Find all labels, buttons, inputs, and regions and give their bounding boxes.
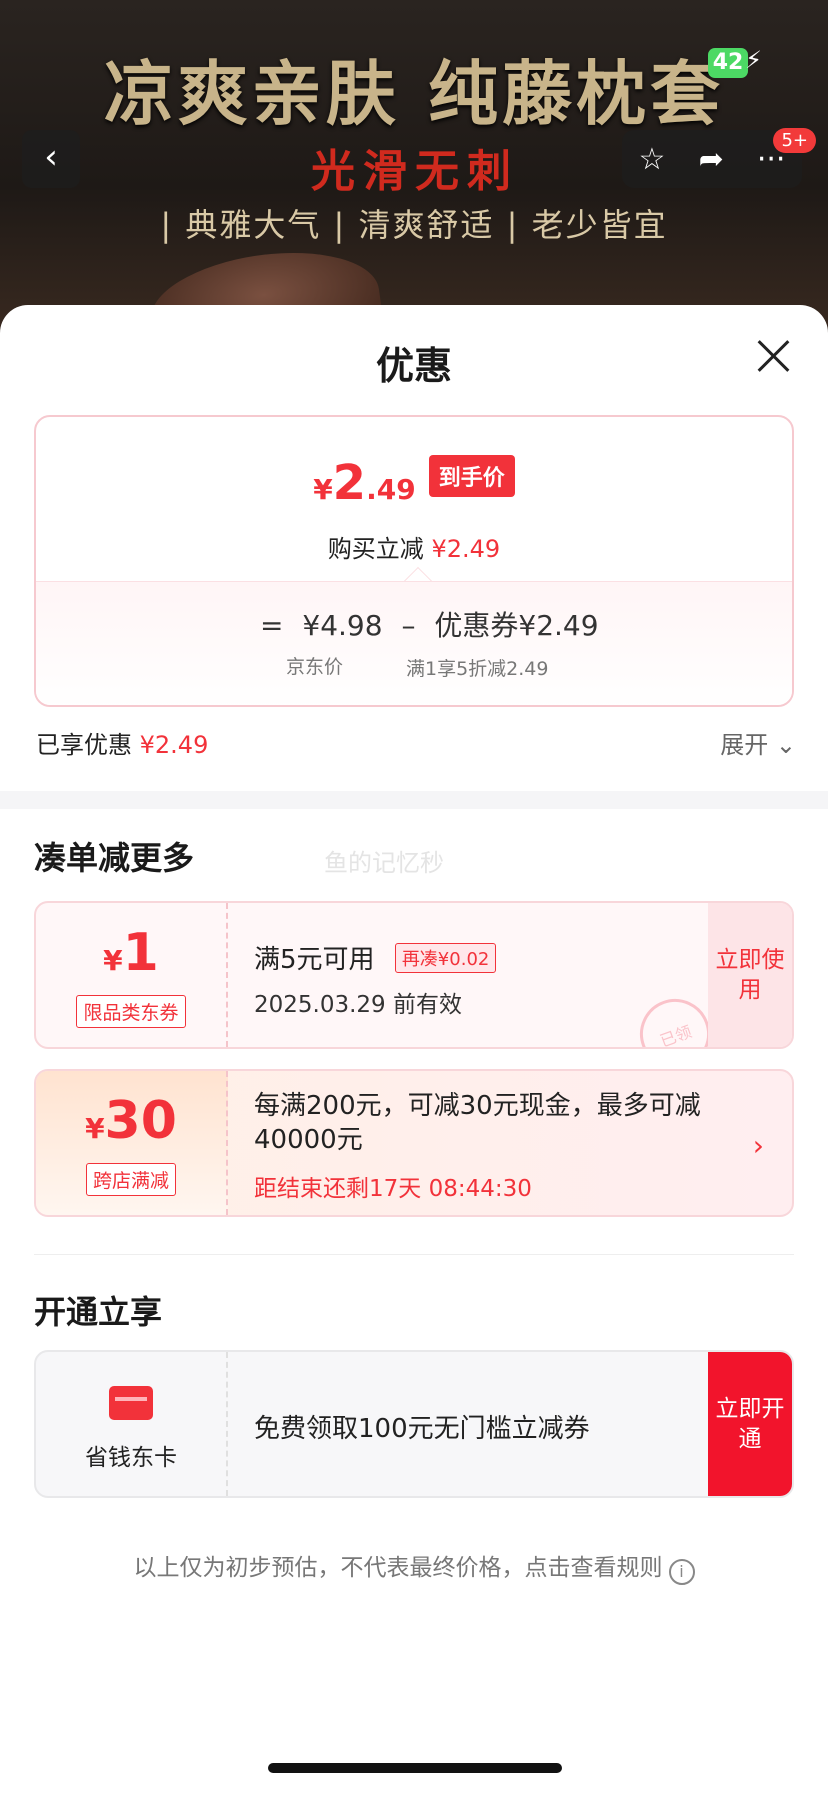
coupon-label: 优惠券 (434, 609, 519, 642)
price-breakdown: = ¥4.98 – 优惠券¥2.49 京东价 满1享5折减2.49 (36, 581, 792, 705)
use-now-button[interactable]: 立即使用 (708, 903, 792, 1047)
coupon-type: 限品类东券 (76, 995, 186, 1028)
enjoyed-discount: 已享优惠 ¥2.49 (36, 725, 208, 760)
more-section-title: 凑单减更多 (34, 839, 195, 877)
coupon-amount: ¥1 (36, 923, 226, 991)
price-formula: = ¥4.98 – 优惠券¥2.49 (250, 604, 599, 644)
coupon2-description: 每满200元，可减30元现金，最多可减40000元 (254, 1091, 701, 1155)
back-button[interactable]: ‹ (22, 130, 80, 188)
chevron-right-icon[interactable]: › (753, 1129, 764, 1162)
member-card[interactable]: 省钱东卡 免费领取100元无门槛立减券 立即开通 (34, 1350, 794, 1498)
coupon2-yen: ¥ (85, 1112, 105, 1145)
sheet-title: 优惠 (375, 344, 452, 388)
final-price-tag: 到手价 (428, 455, 515, 497)
coupon2-countdown: 距结束还剩17天 08:44:30 (254, 1176, 532, 1202)
coupon-plus-tag: 再凑¥0.02 (394, 943, 497, 973)
claimed-stamp: 已领 (630, 989, 720, 1047)
footnote[interactable]: 以上仅为初步预估，不代表最终价格，点击查看规则 i (0, 1548, 828, 1585)
banner-title: 凉爽亲肤 纯藤枕套 (103, 53, 725, 135)
coupon-cross-store[interactable]: ¥30 跨店满减 每满200元，可减30元现金，最多可减40000元 距结束还剩… (34, 1069, 794, 1217)
chevron-left-icon: ‹ (44, 137, 58, 177)
coupon-yen: ¥ (103, 944, 123, 977)
watermark-text: 鱼的记忆秒 (324, 849, 444, 877)
divider-line (34, 1254, 794, 1255)
equals-sign: = (260, 609, 284, 642)
expand-label: 展开 (720, 731, 769, 759)
share-icon[interactable]: ➦ (699, 142, 724, 177)
coupon-condition: 满5元可用 再凑¥0.02 (254, 939, 497, 976)
jd-price-label: 京东价 (286, 656, 344, 678)
coupon-value: ¥2.49 (518, 609, 599, 642)
banner-seal-text: 光滑无刺 (311, 146, 519, 197)
coupon2-amount-value: 30 (104, 1091, 177, 1151)
discount-label: 购买立减 (327, 535, 424, 563)
product-banner: 凉爽亲肤 纯藤枕套 光滑无刺 | 典雅大气 | 清爽舒适 | 老少皆宜 42 ⚡… (0, 0, 828, 340)
home-indicator (268, 1763, 562, 1773)
coupon-value-area: ¥1 限品类东券 (36, 903, 228, 1047)
banner-tagline: | 典雅大气 | 清爽舒适 | 老少皆宜 (160, 206, 668, 244)
final-price: ¥2.49 到手价 (36, 455, 792, 511)
enjoyed-value: ¥2.49 (139, 731, 209, 759)
enjoyed-label: 已享优惠 (36, 731, 132, 759)
footnote-text: 以上仅为初步预估，不代表最终价格，点击查看规则 (133, 1555, 663, 1581)
coupon-condition-text: 满5元可用 (254, 945, 375, 975)
info-icon[interactable]: i (668, 1559, 695, 1585)
battery-indicator: 42 (708, 48, 748, 78)
section-divider (0, 791, 828, 809)
coupon-desc: 满1享5折减2.49 (406, 658, 549, 680)
credit-card-icon (109, 1386, 153, 1420)
coupon-jd[interactable]: ¥1 限品类东券 满5元可用 再凑¥0.02 2025.03.29 前有效 已领… (34, 901, 794, 1049)
final-price-int: 2 (332, 455, 367, 511)
expand-button[interactable]: 展开 ⌄ (720, 725, 796, 760)
member-card-left: 省钱东卡 (36, 1352, 228, 1496)
coupon2-amount: ¥30 (36, 1091, 226, 1159)
jd-price: ¥4.98 (302, 609, 383, 642)
final-price-dec: .49 (366, 473, 416, 506)
open-now-button[interactable]: 立即开通 (708, 1352, 792, 1496)
coupon2-value-area: ¥30 跨店满减 (36, 1071, 228, 1215)
price-card: ¥2.49 到手价 购买立减 ¥2.49 = ¥4.98 – 优惠券¥2.49 … (34, 415, 794, 707)
discount-sheet: 优惠 ¥2.49 到手价 购买立减 ¥2.49 = ¥4.98 – 优惠券¥2.… (0, 305, 828, 1796)
coupon-amount-value: 1 (122, 923, 159, 983)
chevron-down-icon: ⌄ (775, 731, 796, 759)
coupon2-type: 跨店满减 (85, 1163, 176, 1196)
member-section-title: 开通立享 (34, 1293, 163, 1331)
star-icon[interactable]: ☆ (639, 142, 666, 177)
close-button[interactable] (754, 337, 792, 375)
minus-sign: – (401, 609, 416, 642)
coupon-expiry: 2025.03.29 前有效 (254, 992, 462, 1018)
member-card-label: 省钱东卡 (85, 1445, 177, 1471)
discount-value: ¥2.49 (431, 535, 501, 563)
message-badge: 5+ (773, 128, 816, 153)
member-offer-text: 免费领取100元无门槛立减券 (254, 1414, 590, 1444)
charging-icon: ⚡ (745, 46, 762, 74)
discount-line: 购买立减 ¥2.49 (36, 529, 792, 564)
final-price-yen: ¥ (313, 473, 333, 506)
